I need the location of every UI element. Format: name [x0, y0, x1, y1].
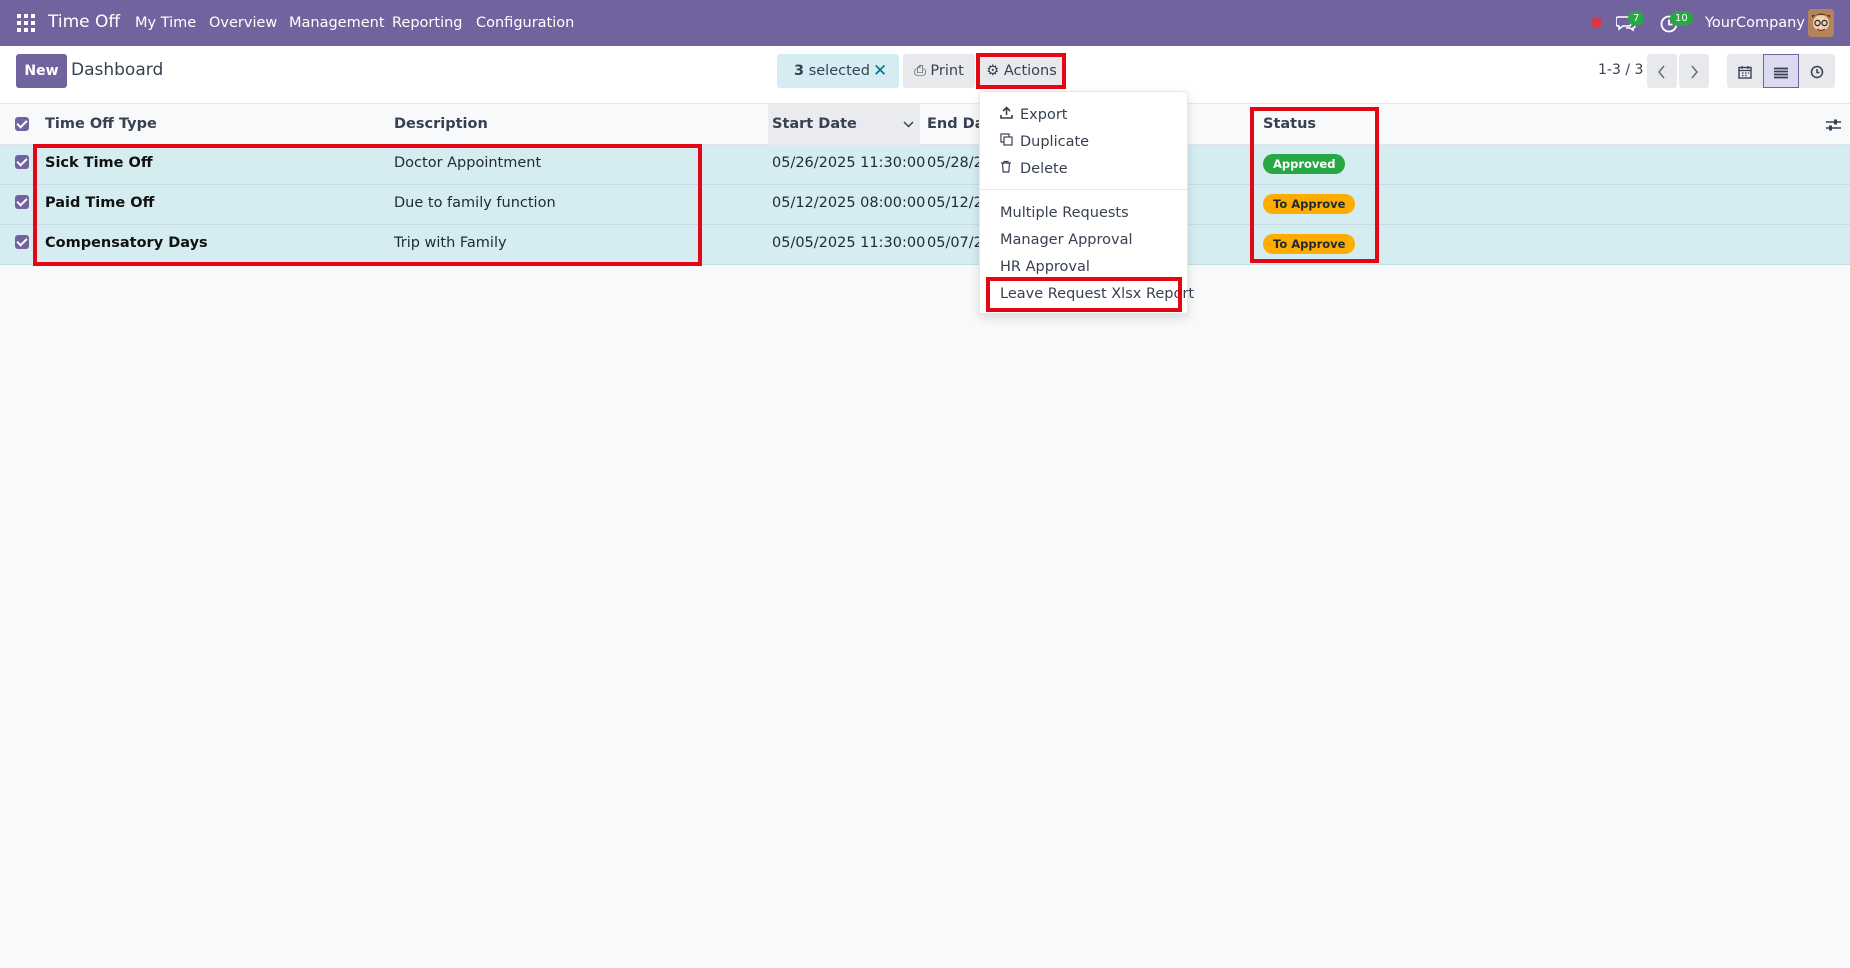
menu-item-hr-approval[interactable]: HR Approval: [1000, 259, 1090, 275]
clock-icon: [1810, 65, 1824, 78]
menu-item-multiple-requests[interactable]: Multiple Requests: [1000, 205, 1129, 221]
breadcrumb-dashboard: Dashboard: [71, 60, 164, 80]
pager-next-button[interactable]: [1679, 54, 1709, 88]
app-title[interactable]: Time Off: [48, 12, 120, 32]
menu-item-delete[interactable]: Delete: [1000, 160, 1068, 177]
upload-icon: [1000, 106, 1014, 123]
activity-count-badge: 10: [1670, 11, 1693, 26]
row-checkbox[interactable]: [15, 235, 29, 249]
selected-count: 3: [794, 63, 805, 79]
menu-item-export[interactable]: Export: [1000, 106, 1067, 123]
menu-divider: [980, 189, 1187, 190]
menu-configuration[interactable]: Configuration: [476, 15, 574, 31]
row-start-date: 05/12/2025 08:00:00: [772, 195, 926, 211]
chevron-left-icon: [1657, 64, 1665, 79]
top-navbar: Time Off My Time Overview Management Rep…: [0, 0, 1850, 46]
menu-item-manager-approval[interactable]: Manager Approval: [1000, 232, 1133, 248]
row-checkbox[interactable]: [15, 155, 29, 169]
list-header: Time Off Type Description Start Date End…: [0, 104, 1850, 145]
calendar-icon: [1738, 65, 1752, 79]
trash-icon: [1000, 160, 1014, 177]
row-start-date: 05/26/2025 11:30:00: [772, 155, 926, 171]
menu-my-time[interactable]: My Time: [135, 15, 196, 31]
print-icon: ⎙: [914, 63, 926, 79]
user-avatar[interactable]: [1808, 9, 1834, 37]
row-start-date: 05/05/2025 11:30:00: [772, 235, 926, 251]
copy-icon: [1000, 133, 1014, 150]
selection-indicator: 3 selected ✕: [777, 54, 899, 88]
new-button[interactable]: New: [16, 54, 67, 88]
apps-grid-icon[interactable]: [17, 14, 35, 32]
export-label: Export: [1020, 107, 1068, 123]
delete-label: Delete: [1020, 161, 1068, 177]
chevron-right-icon: [1691, 64, 1699, 79]
highlight-actions-button: [976, 53, 1066, 89]
list-icon: [1774, 67, 1788, 78]
company-switcher[interactable]: YourCompany: [1705, 15, 1805, 31]
pager-previous-button[interactable]: [1647, 54, 1677, 88]
chat-count-badge: 7: [1628, 11, 1645, 26]
col-description[interactable]: Description: [394, 116, 488, 132]
highlight-selected-rows: [33, 144, 702, 266]
calendar-view-button[interactable]: [1727, 54, 1763, 88]
selected-suffix: selected: [804, 63, 870, 79]
menu-reporting[interactable]: Reporting: [392, 15, 463, 31]
col-time-off-type[interactable]: Time Off Type: [45, 116, 157, 132]
activity-view-button[interactable]: [1799, 54, 1835, 88]
unselect-close-icon[interactable]: ✕: [873, 54, 887, 88]
row-checkbox[interactable]: [15, 195, 29, 209]
col-start-date[interactable]: Start Date: [772, 116, 857, 132]
highlight-xlsx-report: [986, 277, 1182, 312]
sort-chevron-down-icon[interactable]: [903, 121, 914, 128]
print-label: Print: [930, 63, 964, 79]
print-button[interactable]: ⎙ Print: [903, 54, 975, 88]
optional-columns-sliders-icon[interactable]: [1826, 118, 1841, 132]
pager-value[interactable]: 1-3 / 3: [1598, 62, 1643, 78]
menu-overview[interactable]: Overview: [209, 15, 277, 31]
list-view-button[interactable]: [1763, 54, 1799, 88]
highlight-status-column: [1250, 107, 1379, 263]
menu-item-duplicate[interactable]: Duplicate: [1000, 133, 1089, 150]
select-all-checkbox[interactable]: [15, 117, 29, 131]
control-panel: New Dashboard 3 selected ✕ ⎙ Print ⚙ Act…: [0, 46, 1850, 104]
recording-dot-icon[interactable]: [1591, 17, 1602, 28]
menu-management[interactable]: Management: [289, 15, 385, 31]
duplicate-label: Duplicate: [1020, 134, 1090, 150]
